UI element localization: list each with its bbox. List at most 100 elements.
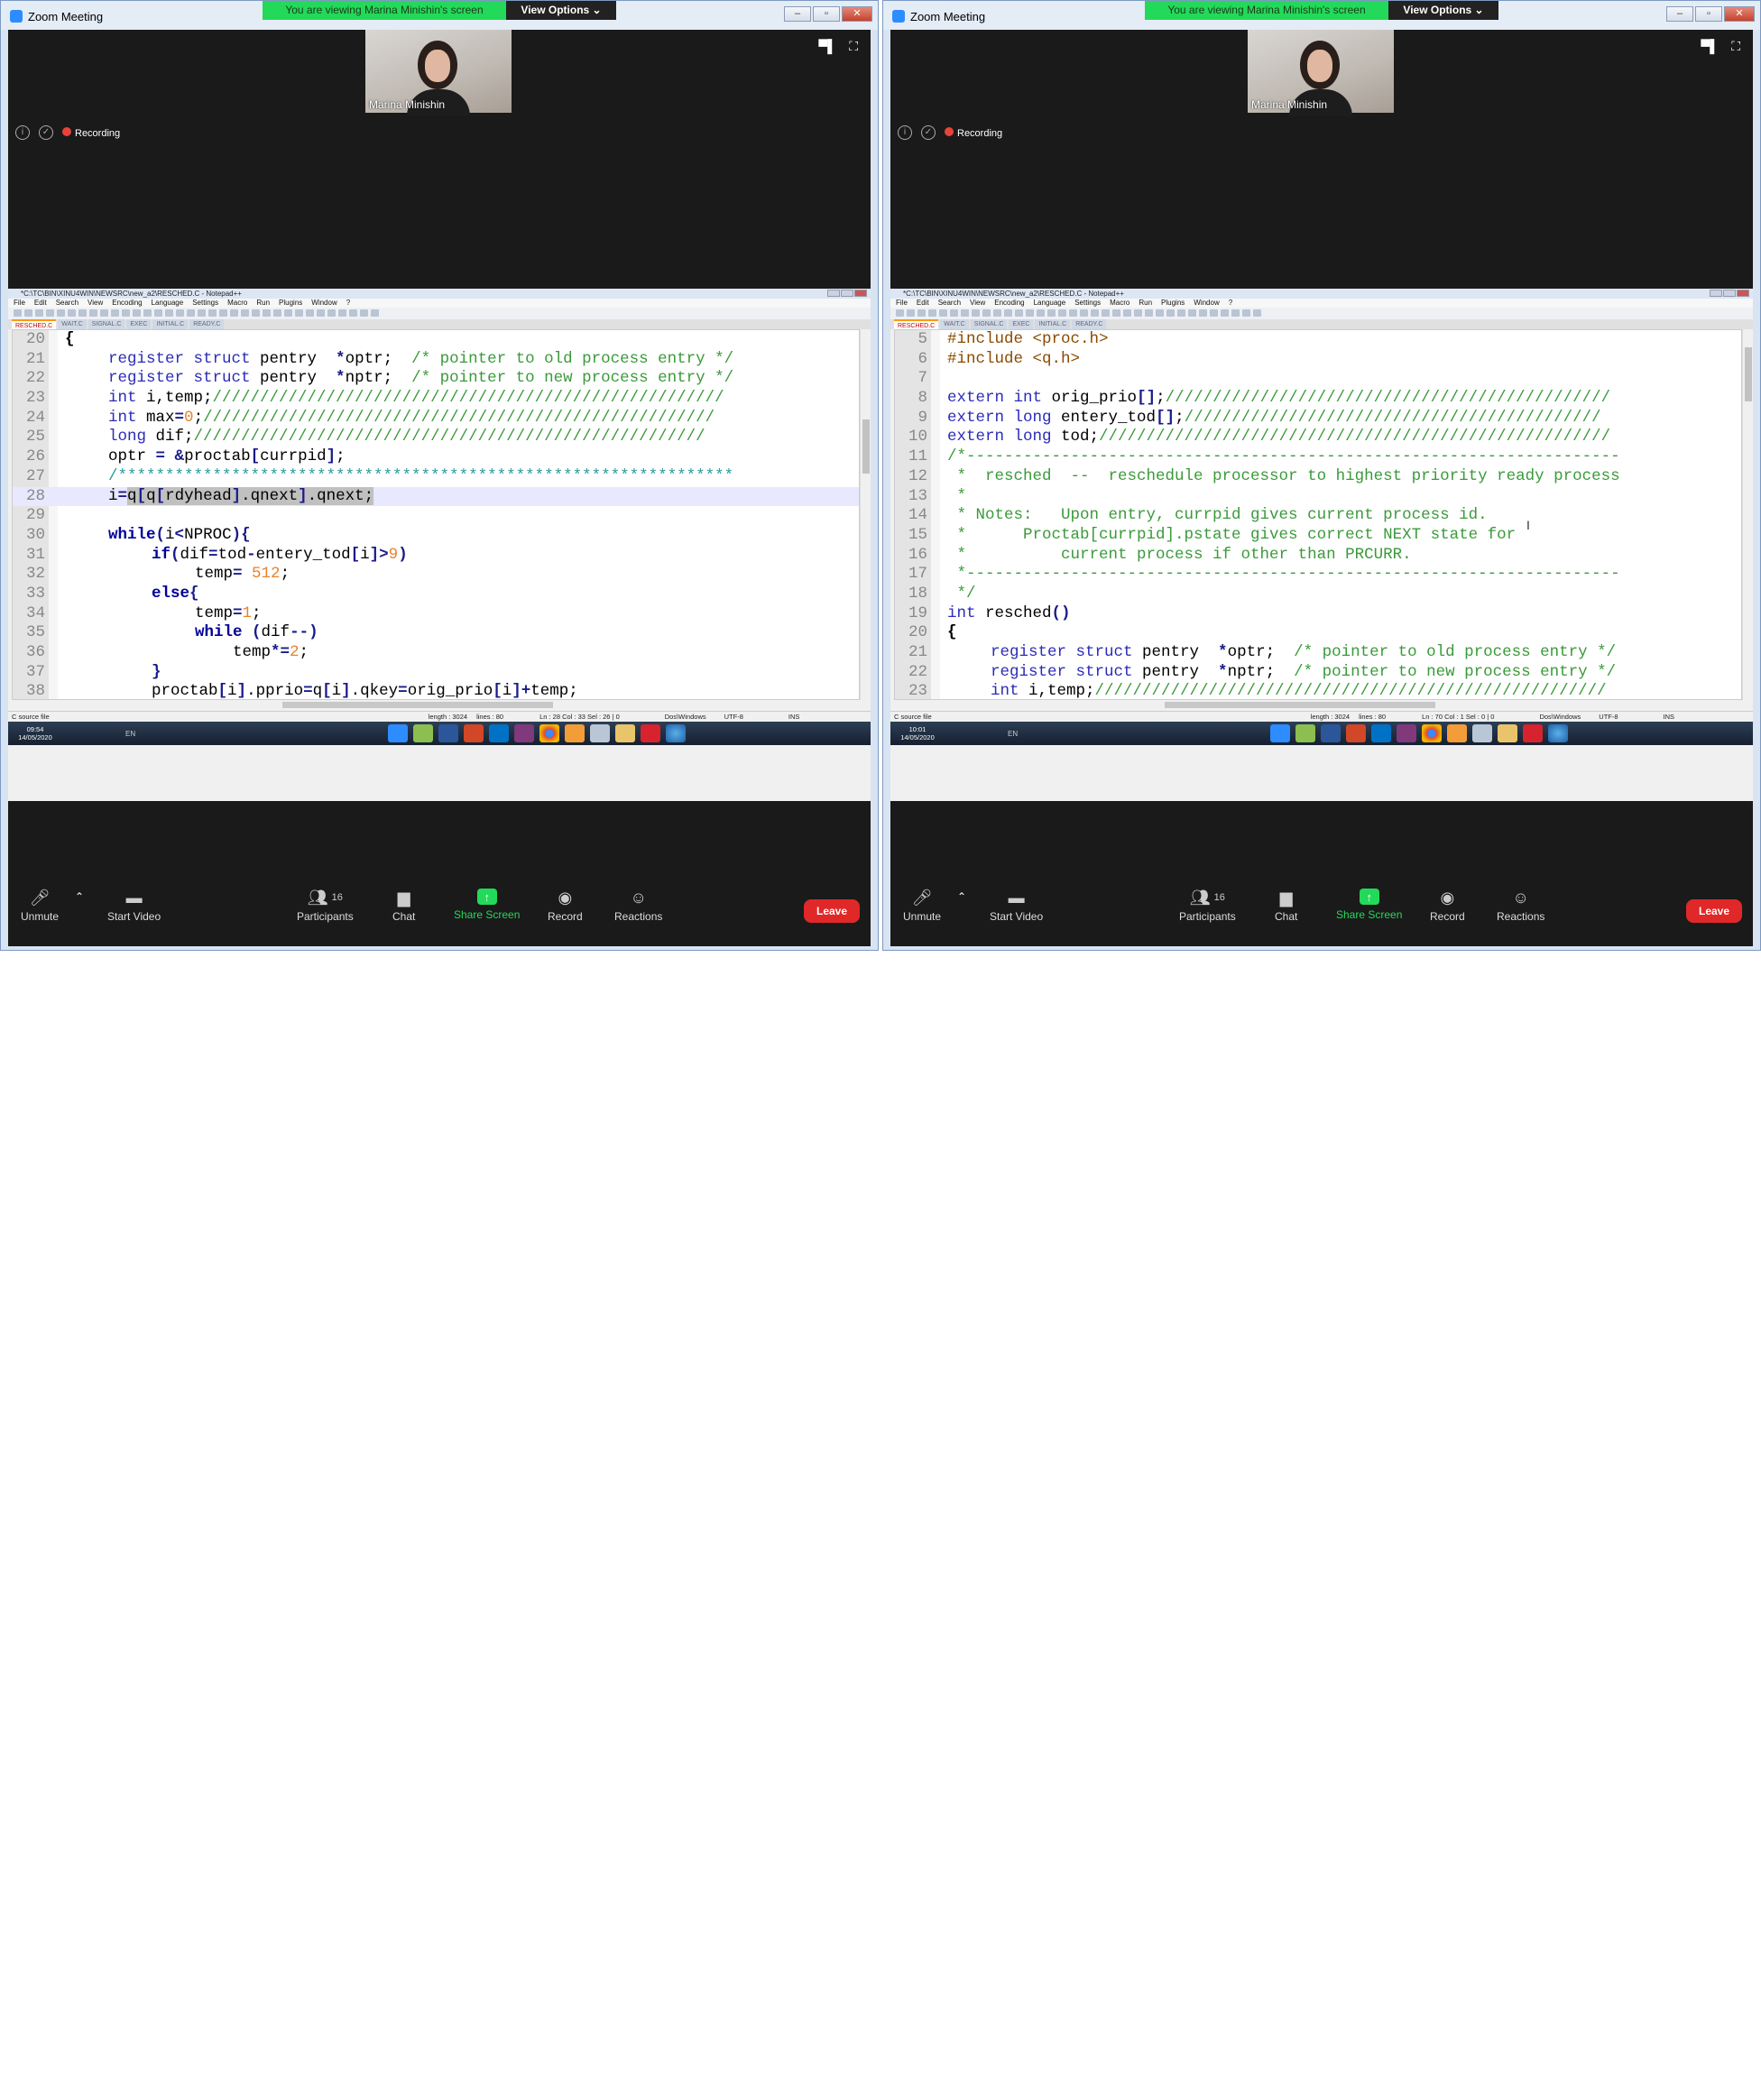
view-options-button[interactable]: View Options ⌄: [1388, 1, 1498, 20]
scroll-thumb[interactable]: [282, 702, 553, 708]
scroll-thumb[interactable]: [862, 419, 870, 474]
record-button[interactable]: ◉ Record: [548, 889, 583, 924]
notepad-title: *C:\TC\BIN\XINU4WIN\NEWSRC\new_a2\RESCHE…: [21, 290, 242, 298]
maximize-button[interactable]: ▫: [813, 6, 840, 22]
view-options-button[interactable]: View Options ⌄: [506, 1, 616, 20]
leave-button[interactable]: Leave: [804, 899, 860, 923]
minimize-button[interactable]: –: [1666, 6, 1693, 22]
line-number: 25: [25, 428, 45, 447]
horizontal-scrollbar[interactable]: [894, 700, 1742, 710]
record-button[interactable]: ◉ Record: [1430, 889, 1465, 924]
participants-button[interactable]: 👥︎ 16 Participants: [297, 889, 354, 924]
notepad-tabs: RESCHED.C WAIT.C SIGNAL.C EXEC INITIAL.C READ…: [890, 319, 1753, 329]
code-line: 23 int i,temp;///////////////////////////…: [13, 389, 859, 409]
leave-button[interactable]: Leave: [1686, 899, 1742, 923]
reactions-icon: ☺: [630, 888, 647, 907]
zoom-app-icon: [10, 10, 23, 23]
code-editor[interactable]: 20 {21 register struct pentry *optr; /* po…: [12, 329, 860, 700]
scroll-thumb[interactable]: [1165, 702, 1435, 708]
toolbar-icon: [896, 309, 904, 317]
shield-icon[interactable]: ✓: [39, 125, 53, 140]
toolbar-icon: [187, 309, 195, 317]
line-number: 30: [25, 525, 45, 544]
chat-label: Chat: [392, 910, 416, 923]
code-text: *---------------------------------------…: [947, 565, 1620, 584]
code-editor[interactable]: 5 #include <proc.h> 6 #include <q.h> 7 8 exter…: [894, 329, 1742, 700]
toolbar-icon: [1156, 309, 1164, 317]
chat-button[interactable]: ▆ Chat: [1275, 889, 1298, 924]
file-tab: READY.C: [1072, 319, 1107, 329]
code-line: 21 register struct pentry *optr; /* point…: [895, 643, 1741, 663]
participants-button[interactable]: 👥︎ 16 Participants: [1179, 889, 1236, 924]
participant-video[interactable]: Marina Minishin: [1248, 30, 1394, 116]
participant-name: Marina Minishin: [1251, 98, 1328, 111]
share-screen-button[interactable]: ↑ Share Screen: [454, 889, 520, 921]
start-video-button[interactable]: ▬ Start Video: [107, 889, 161, 924]
toolbar-icon: [143, 309, 152, 317]
np-close-button: [854, 290, 867, 297]
line-number: 9: [917, 408, 927, 427]
close-button[interactable]: ✕: [1724, 6, 1755, 22]
reactions-button[interactable]: ☺ Reactions: [614, 888, 662, 924]
info-icon[interactable]: i: [898, 125, 912, 140]
vertical-scrollbar[interactable]: [860, 329, 871, 700]
toolbar-icon: [1058, 309, 1066, 317]
clock-date: 14/05/2020: [18, 733, 52, 741]
code-text: int resched(): [947, 603, 1071, 622]
fullscreen-icon[interactable]: ⛶: [849, 39, 858, 54]
toolbar-icon: [907, 309, 915, 317]
np-min-button: [827, 290, 840, 297]
menu-item: Run: [1139, 299, 1153, 307]
scroll-thumb[interactable]: [1745, 347, 1752, 401]
close-button[interactable]: ✕: [842, 6, 872, 22]
menu-item: File: [14, 299, 25, 307]
code-text: extern long entery_tod[];///////////////…: [947, 408, 1601, 427]
toolbar-icon: [241, 309, 249, 317]
line-number: 35: [25, 623, 45, 642]
record-dot-icon: [945, 126, 954, 136]
layout-icon[interactable]: ▀▌: [818, 39, 836, 54]
code-line: 29: [13, 506, 859, 526]
file-tab: READY.C: [189, 319, 225, 329]
share-screen-button[interactable]: ↑ Share Screen: [1336, 889, 1402, 921]
chat-button[interactable]: ▆ Chat: [392, 888, 416, 924]
unmute-button[interactable]: 🎤︎ Unmute: [903, 889, 941, 924]
reactions-button[interactable]: ☺ Reactions: [1497, 889, 1544, 924]
notepadpp-taskbar-icon: [413, 724, 434, 742]
horizontal-scrollbar[interactable]: [12, 700, 860, 710]
chat-label: Chat: [1275, 910, 1298, 923]
status-mode: INS: [1663, 713, 1675, 721]
maximize-button[interactable]: ▫: [1695, 6, 1722, 22]
menu-item: Settings: [1074, 299, 1102, 307]
participant-video[interactable]: Marina Minishin: [365, 30, 512, 116]
line-number: 10: [908, 428, 927, 447]
info-icon[interactable]: i: [15, 125, 30, 140]
code-text: register struct pentry *optr; /* pointer…: [108, 349, 734, 368]
shield-icon[interactable]: ✓: [921, 125, 936, 140]
toolbar-icon: [165, 309, 173, 317]
toolbar-icon: [1177, 309, 1185, 317]
layout-icon[interactable]: ▀▌: [1701, 39, 1719, 54]
minimize-button[interactable]: –: [784, 6, 811, 22]
file-tab: WAIT.C: [940, 319, 969, 329]
toolbar-icon: [993, 309, 1001, 317]
outlook-taskbar-icon: [1371, 724, 1392, 742]
code-line: 20 {: [895, 623, 1741, 643]
code-line: 20 {: [13, 330, 859, 350]
line-number: 28: [25, 486, 45, 505]
recording-indicator: Recording: [62, 126, 120, 139]
code-line: 28 i=q[q[rdyhead].qnext].qnext;: [13, 486, 859, 507]
start-video-label: Start Video: [990, 910, 1044, 923]
vertical-scrollbar[interactable]: [1742, 329, 1753, 700]
language-indicator: EN: [125, 729, 136, 738]
toolbar-icon: [349, 309, 357, 317]
unmute-button[interactable]: 🎤︎ Unmute: [21, 889, 59, 924]
menu-item: ?: [346, 299, 351, 307]
video-off-icon: ▬: [1008, 888, 1025, 907]
chevron-up-icon[interactable]: ⌃: [75, 890, 84, 903]
chat-icon: ▆: [397, 888, 410, 907]
start-video-button[interactable]: ▬ Start Video: [990, 888, 1044, 924]
chevron-up-icon[interactable]: ⌃: [957, 890, 966, 903]
line-number: 18: [908, 584, 927, 603]
fullscreen-icon[interactable]: ⛶: [1731, 39, 1740, 54]
